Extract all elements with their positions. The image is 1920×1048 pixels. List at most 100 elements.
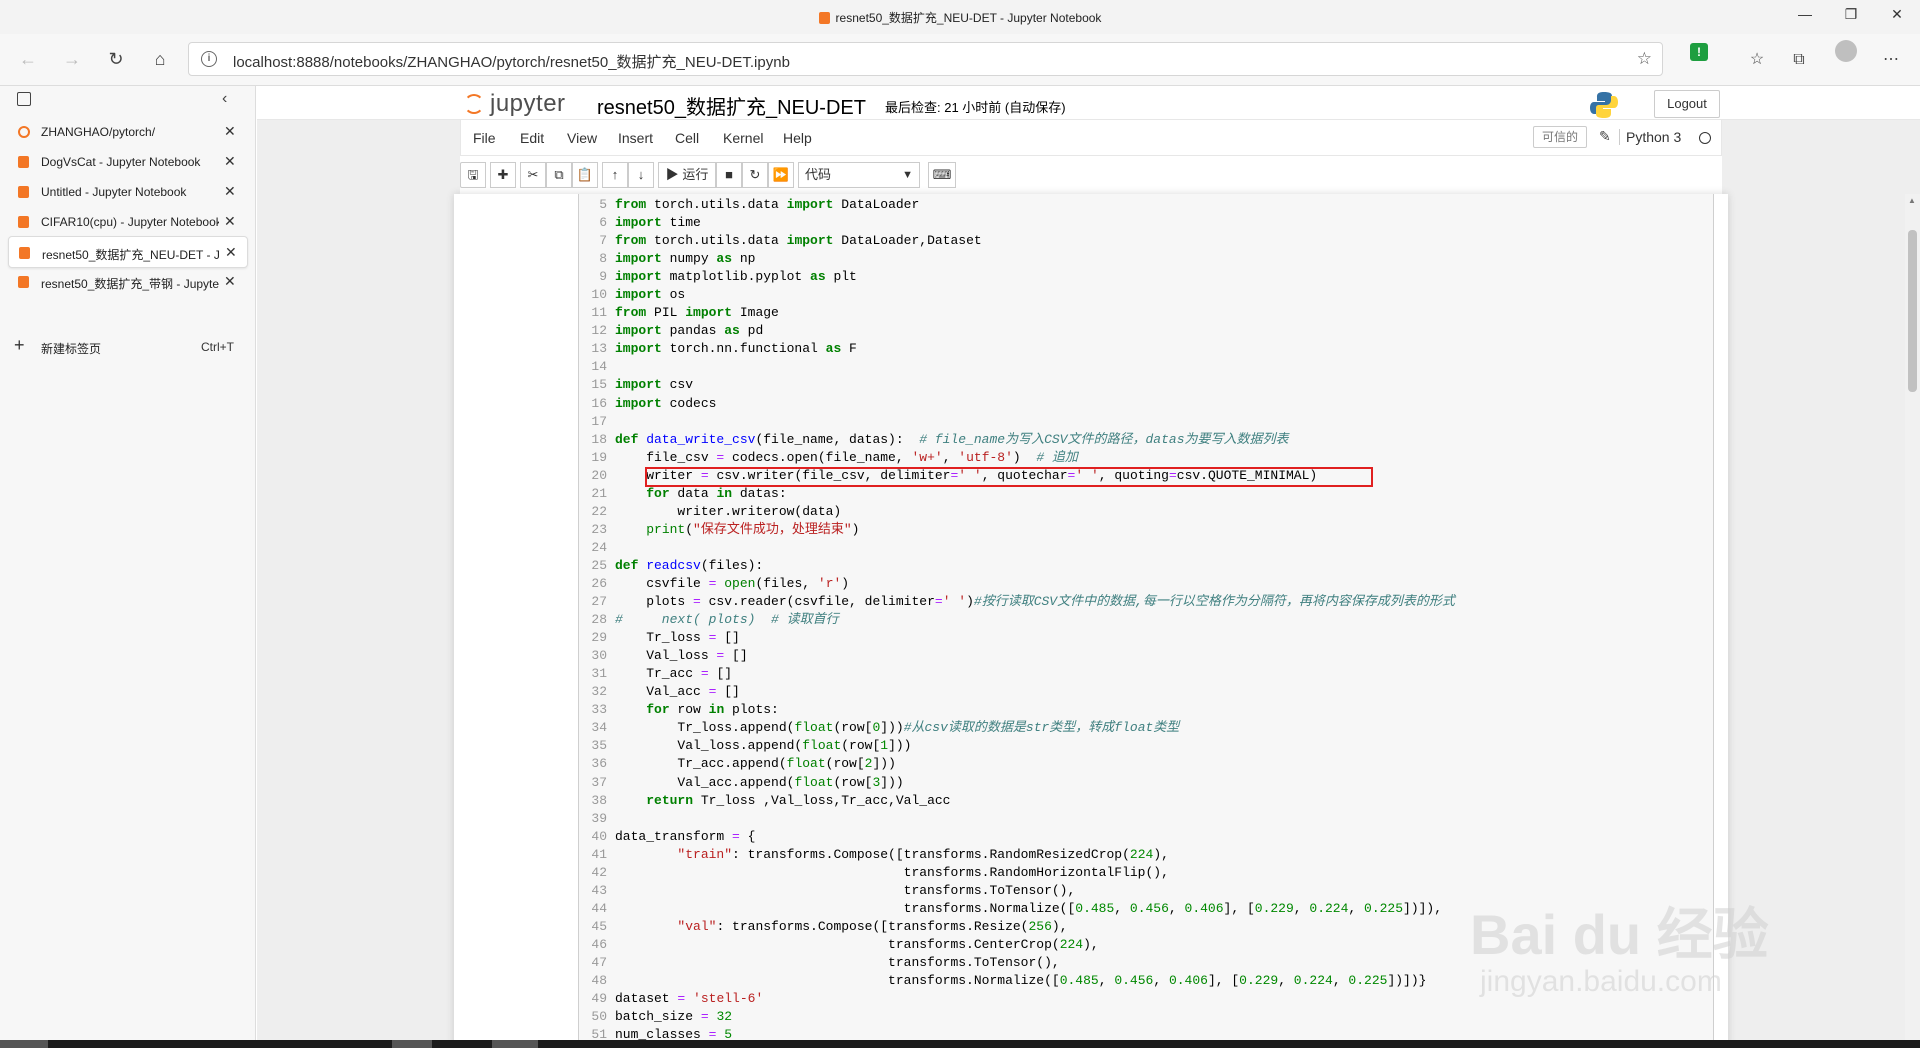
menu-insert[interactable]: Insert	[618, 130, 653, 146]
logout-button[interactable]: Logout	[1654, 90, 1720, 118]
menu-view[interactable]: View	[567, 130, 597, 146]
code-line[interactable]: 30 Val_loss = []	[579, 647, 1715, 665]
cell-type-select[interactable]: 代码 ▼	[798, 162, 920, 188]
favorite-star-icon[interactable]: ☆	[1637, 49, 1652, 69]
code-line[interactable]: 35 Val_loss.append(float(row[1]))	[579, 737, 1715, 755]
move-down-icon[interactable]: ↓	[628, 162, 654, 188]
code-line[interactable]: 16 import codecs	[579, 395, 1715, 413]
collections-icon[interactable]: ⧉	[1786, 47, 1812, 73]
menu-help[interactable]: Help	[783, 130, 812, 146]
code-cell-input[interactable]: 5 from torch.utils.data import DataLoader…	[578, 194, 1714, 1048]
code-line[interactable]: 12 import pandas as pd	[579, 322, 1715, 340]
page-scrollbar[interactable]: ▲	[1905, 194, 1920, 1048]
code-line[interactable]: 18 def data_write_csv(file_name, datas): …	[579, 431, 1715, 449]
code-line[interactable]: 50 batch_size = 32	[579, 1008, 1715, 1026]
url-text[interactable]: localhost:8888/notebooks/ZHANGHAO/pytorc…	[233, 51, 790, 72]
tab-item-active[interactable]: resnet50_数据扩充_NEU-DET - Jupyter Notebook…	[8, 236, 248, 268]
run-all-icon[interactable]: ⏩	[768, 162, 794, 188]
code-line[interactable]: 48 transforms.Normalize([0.485, 0.456, 0…	[579, 972, 1715, 990]
code-line[interactable]: 25 def readcsv(files):	[579, 557, 1715, 575]
code-line[interactable]: 44 transforms.Normalize([0.485, 0.456, 0…	[579, 900, 1715, 918]
keyboard-icon[interactable]: ⌨	[928, 162, 956, 188]
code-line[interactable]: 11 from PIL import Image	[579, 304, 1715, 322]
taskbar-start[interactable]	[0, 1040, 48, 1048]
back-icon[interactable]: ←	[14, 48, 42, 72]
code-line[interactable]: 6 import time	[579, 214, 1715, 232]
code-editor[interactable]: 5 from torch.utils.data import DataLoader…	[579, 196, 1715, 1044]
code-line[interactable]: 7 from torch.utils.data import DataLoader…	[579, 232, 1715, 250]
code-line[interactable]: 47 transforms.ToTensor(),	[579, 954, 1715, 972]
maximize-button[interactable]: ❐	[1828, 6, 1874, 28]
code-line[interactable]: 15 import csv	[579, 376, 1715, 394]
close-tab-icon[interactable]: ✕	[224, 183, 236, 200]
menu-cell[interactable]: Cell	[675, 130, 699, 146]
code-line[interactable]: 5 from torch.utils.data import DataLoader	[579, 196, 1715, 214]
tab-item[interactable]: DogVsCat - Jupyter Notebook ✕	[8, 146, 248, 178]
close-tab-icon[interactable]: ✕	[224, 153, 236, 170]
restart-icon[interactable]: ↻	[742, 162, 768, 188]
code-line[interactable]: 45 "val": transforms.Compose([transforms…	[579, 918, 1715, 936]
code-line[interactable]: 21 for data in datas:	[579, 485, 1715, 503]
run-button[interactable]: ▶ 运行	[658, 162, 716, 188]
menu-kernel[interactable]: Kernel	[723, 130, 763, 146]
code-line[interactable]: 42 transforms.RandomHorizontalFlip(),	[579, 864, 1715, 882]
refresh-icon[interactable]: ↻	[102, 48, 130, 72]
home-icon[interactable]: ⌂	[146, 48, 174, 72]
code-line[interactable]: 8 import numpy as np	[579, 250, 1715, 268]
close-tab-icon[interactable]: ✕	[224, 273, 236, 290]
close-tab-icon[interactable]: ✕	[224, 123, 236, 140]
code-line[interactable]: 31 Tr_acc = []	[579, 665, 1715, 683]
code-line[interactable]: 17	[579, 413, 1715, 431]
profile-icon[interactable]	[1835, 40, 1857, 62]
move-up-icon[interactable]: ↑	[602, 162, 628, 188]
scrollbar-thumb[interactable]	[1908, 230, 1917, 392]
close-tab-icon[interactable]: ✕	[225, 244, 237, 261]
code-line[interactable]: 20 writer = csv.writer(file_csv, delimit…	[579, 466, 1715, 487]
code-line[interactable]: 40 data_transform = {	[579, 828, 1715, 846]
code-line[interactable]: 26 csvfile = open(files, 'r')	[579, 575, 1715, 593]
menu-edit[interactable]: Edit	[520, 130, 544, 146]
save-icon[interactable]: 🖫	[460, 162, 486, 188]
code-line[interactable]: 33 for row in plots:	[579, 701, 1715, 719]
cut-icon[interactable]: ✂	[520, 162, 546, 188]
scroll-up-icon[interactable]: ▲	[1908, 196, 1916, 205]
copy-icon[interactable]: ⧉	[546, 162, 572, 188]
more-icon[interactable]: ⋯	[1878, 47, 1904, 73]
interrupt-icon[interactable]: ■	[716, 162, 742, 188]
forward-icon[interactable]: →	[58, 48, 86, 72]
code-line[interactable]: 24	[579, 539, 1715, 557]
tab-item[interactable]: Untitled - Jupyter Notebook ✕	[8, 176, 248, 208]
tab-item[interactable]: CIFAR10(cpu) - Jupyter Notebook ✕	[8, 206, 248, 238]
menu-file[interactable]: File	[473, 130, 496, 146]
address-bar[interactable]: i localhost:8888/notebooks/ZHANGHAO/pyto…	[188, 42, 1663, 76]
collapse-sidebar-icon[interactable]: ‹	[222, 90, 227, 108]
extension-icon[interactable]: !	[1690, 43, 1708, 61]
close-tab-icon[interactable]: ✕	[224, 213, 236, 230]
code-line[interactable]: 27 plots = csv.reader(csvfile, delimiter…	[579, 593, 1715, 611]
edit-pencil-icon[interactable]: ✎	[1599, 128, 1611, 145]
code-line[interactable]: 38 return Tr_loss ,Val_loss,Tr_acc,Val_a…	[579, 792, 1715, 810]
code-line[interactable]: 41 "train": transforms.Compose([transfor…	[579, 846, 1715, 864]
code-line[interactable]: 28 # next( plots) # 读取首行	[579, 611, 1715, 629]
code-line[interactable]: 36 Tr_acc.append(float(row[2]))	[579, 755, 1715, 773]
info-icon[interactable]: i	[201, 51, 217, 67]
code-line[interactable]: 29 Tr_loss = []	[579, 629, 1715, 647]
code-line[interactable]: 37 Val_acc.append(float(row[3]))	[579, 774, 1715, 792]
taskbar-app[interactable]	[492, 1040, 538, 1048]
code-line[interactable]: 46 transforms.CenterCrop(224),	[579, 936, 1715, 954]
code-line[interactable]: 22 writer.writerow(data)	[579, 503, 1715, 521]
code-line[interactable]: 34 Tr_loss.append(float(row[0]))#从csv读取的…	[579, 719, 1715, 737]
tab-item[interactable]: ZHANGHAO/pytorch/ ✕	[8, 116, 248, 148]
code-line[interactable]: 39	[579, 810, 1715, 828]
taskbar-app[interactable]	[392, 1040, 432, 1048]
code-line[interactable]: 13 import torch.nn.functional as F	[579, 340, 1715, 358]
new-tab-button[interactable]: + 新建标签页 Ctrl+T	[8, 332, 248, 362]
close-window-button[interactable]: ✕	[1874, 6, 1920, 28]
paste-icon[interactable]: 📋	[572, 162, 598, 188]
notebook-name[interactable]: resnet50_数据扩充_NEU-DET	[597, 91, 866, 120]
code-line[interactable]: 19 file_csv = codecs.open(file_name, 'w+…	[579, 449, 1715, 467]
tab-item[interactable]: resnet50_数据扩充_带钢 - Jupyter Notebook ✕	[8, 266, 248, 298]
favorites-icon[interactable]: ☆	[1744, 47, 1770, 73]
code-line[interactable]: 10 import os	[579, 286, 1715, 304]
insert-cell-icon[interactable]: ✚	[490, 162, 516, 188]
